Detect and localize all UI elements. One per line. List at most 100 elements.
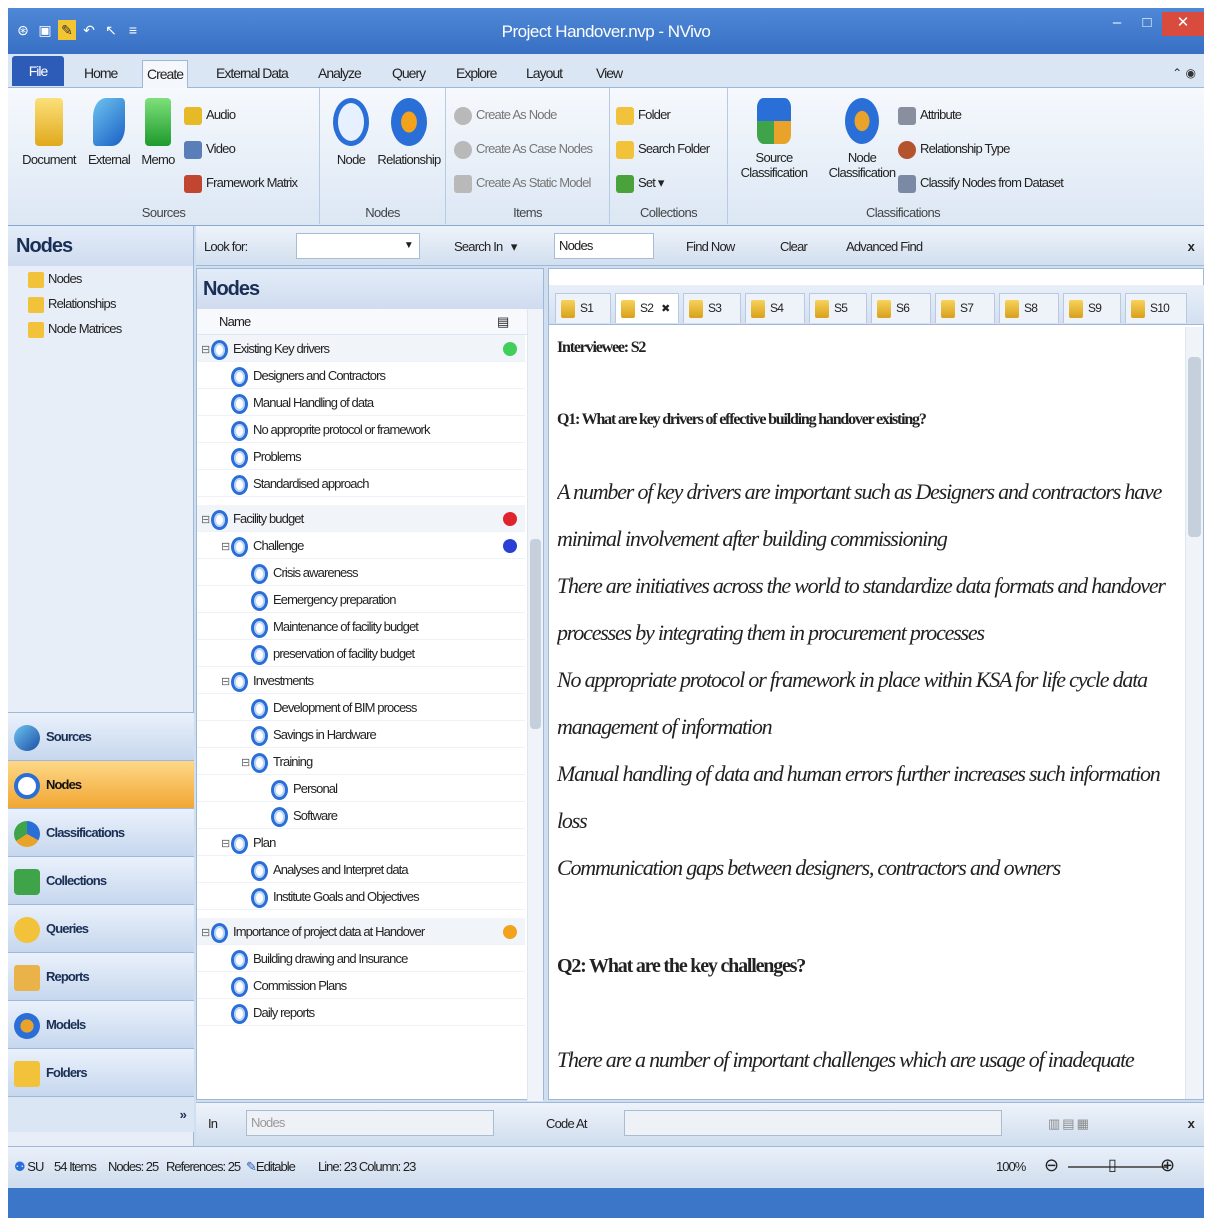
minimize-button[interactable]: – bbox=[1102, 12, 1132, 36]
expand-toggle[interactable]: ⊟ bbox=[201, 337, 211, 364]
node-row[interactable]: Manual Handling of data bbox=[197, 389, 525, 416]
node-row[interactable]: Building drawing and Insurance bbox=[197, 945, 525, 972]
node-row[interactable]: Maintenance of facility budget bbox=[197, 613, 525, 640]
node-row[interactable]: Designers and Contractors bbox=[197, 362, 525, 389]
document-button[interactable]: Document bbox=[14, 98, 84, 167]
nav-item-relationships[interactable]: Relationships bbox=[8, 291, 193, 316]
node-row[interactable]: ⊟ Importance of project data at Handover bbox=[197, 918, 525, 945]
node-button[interactable]: Node bbox=[326, 98, 376, 167]
tab-home[interactable]: Home bbox=[80, 60, 121, 88]
tab-external-data[interactable]: External Data bbox=[212, 60, 292, 88]
document-tab[interactable]: S2 ✖ bbox=[615, 293, 679, 323]
nav-button-folders[interactable]: Folders bbox=[8, 1048, 194, 1096]
node-row[interactable]: Analyses and Interpret data bbox=[197, 856, 525, 883]
column-header-name[interactable]: Name ▤ bbox=[197, 309, 543, 335]
external-button[interactable]: External bbox=[82, 98, 136, 167]
list-scroll-thumb[interactable] bbox=[530, 539, 541, 729]
framework-matrix-button[interactable]: Framework Matrix bbox=[184, 172, 298, 194]
set-button[interactable]: Set ▾ bbox=[616, 172, 664, 194]
tab-explore[interactable]: Explore bbox=[452, 60, 500, 88]
node-row[interactable]: Commission Plans bbox=[197, 972, 525, 999]
source-classification-button[interactable]: Source Classification bbox=[732, 98, 816, 180]
memo-button[interactable]: Memo bbox=[136, 98, 180, 167]
expand-toggle[interactable]: ⊟ bbox=[221, 534, 231, 561]
zoom-slider[interactable] bbox=[1068, 1166, 1168, 1168]
classify-nodes-button[interactable]: Classify Nodes from Dataset bbox=[898, 172, 1064, 194]
in-field[interactable]: Nodes bbox=[246, 1110, 494, 1136]
folder-button[interactable]: Folder bbox=[616, 104, 671, 126]
expand-toggle[interactable]: ⊟ bbox=[201, 507, 211, 534]
nav-button-queries[interactable]: Queries bbox=[8, 904, 194, 952]
node-row[interactable]: preservation of facility budget bbox=[197, 640, 525, 667]
close-find-bar-button[interactable]: x bbox=[1188, 239, 1195, 254]
expand-toggle[interactable]: ⊟ bbox=[201, 920, 211, 947]
node-row[interactable]: Institute Goals and Objectives bbox=[197, 883, 525, 910]
nav-item-node-matrices[interactable]: Node Matrices bbox=[8, 316, 193, 341]
zoom-in-button[interactable]: ⊕ bbox=[1160, 1155, 1175, 1176]
document-tab[interactable]: S10 bbox=[1125, 293, 1187, 323]
node-row[interactable]: Personal bbox=[197, 775, 525, 802]
node-row[interactable]: Eemergency preparation bbox=[197, 586, 525, 613]
node-row[interactable]: Savings in Hardware bbox=[197, 721, 525, 748]
list-scrollbar[interactable] bbox=[527, 309, 543, 1101]
document-content[interactable]: Interviewee: S2 Q1: What are key drivers… bbox=[557, 327, 1185, 1097]
node-row[interactable]: ⊟ Training bbox=[197, 748, 525, 775]
create-as-node-button[interactable]: Create As Node bbox=[454, 104, 557, 126]
zoom-slider-handle[interactable]: ▯ bbox=[1108, 1155, 1117, 1175]
node-row[interactable]: ⊟ Plan bbox=[197, 829, 525, 856]
video-button[interactable]: Video bbox=[184, 138, 236, 160]
nav-button-reports[interactable]: Reports bbox=[8, 952, 194, 1000]
clear-button[interactable]: Clear bbox=[780, 239, 808, 254]
tab-analyze[interactable]: Analyze bbox=[314, 60, 365, 88]
document-tab[interactable]: S7 bbox=[935, 293, 995, 323]
create-as-static-model-button[interactable]: Create As Static Model bbox=[454, 172, 591, 194]
nav-button-collections[interactable]: Collections bbox=[8, 856, 194, 904]
node-row[interactable]: ⊟ Investments bbox=[197, 667, 525, 694]
tab-layout[interactable]: Layout bbox=[522, 60, 566, 88]
relationship-type-button[interactable]: Relationship Type bbox=[898, 138, 1010, 160]
tab-create[interactable]: Create bbox=[142, 60, 189, 88]
search-folder-button[interactable]: Search Folder bbox=[616, 138, 710, 160]
nav-button-nodes[interactable]: Nodes bbox=[8, 760, 194, 808]
node-row[interactable]: Standardised approach bbox=[197, 470, 525, 497]
document-tab[interactable]: S8 bbox=[999, 293, 1059, 323]
node-row[interactable]: Daily reports bbox=[197, 999, 525, 1026]
document-tab[interactable]: S1 bbox=[555, 293, 611, 323]
expand-toggle[interactable]: ⊟ bbox=[221, 669, 231, 696]
nav-item-nodes[interactable]: Nodes bbox=[8, 266, 193, 291]
node-row[interactable]: Problems bbox=[197, 443, 525, 470]
coding-tools-icons[interactable]: ▥ ▤ ▦ bbox=[1048, 1116, 1089, 1132]
help-icon[interactable]: ⌃ ◉ bbox=[1172, 66, 1196, 80]
nav-button-sources[interactable]: Sources bbox=[8, 712, 194, 760]
attribute-button[interactable]: Attribute bbox=[898, 104, 962, 126]
expand-toggle[interactable]: ⊟ bbox=[241, 750, 251, 777]
document-tab[interactable]: S3 bbox=[683, 293, 741, 323]
document-tab[interactable]: S6 bbox=[871, 293, 931, 323]
expand-toggle[interactable]: ⊟ bbox=[221, 831, 231, 858]
node-row[interactable]: Crisis awareness bbox=[197, 559, 525, 586]
nav-configure-button[interactable]: » bbox=[8, 1096, 194, 1132]
node-row[interactable]: ⊟ Facility budget bbox=[197, 505, 525, 532]
relationship-button[interactable]: Relationship bbox=[376, 98, 442, 167]
node-row[interactable]: Software bbox=[197, 802, 525, 829]
audio-button[interactable]: Audio bbox=[184, 104, 236, 126]
document-tab[interactable]: S4 bbox=[745, 293, 805, 323]
close-button[interactable]: ✕ bbox=[1162, 12, 1204, 36]
node-row[interactable]: No approprite protocol or framework bbox=[197, 416, 525, 443]
search-in-field[interactable]: Nodes bbox=[554, 233, 654, 259]
advanced-find-button[interactable]: Advanced Find bbox=[846, 239, 923, 254]
node-row[interactable]: ⊟ Challenge bbox=[197, 532, 525, 559]
column-chooser-icon[interactable]: ▤ bbox=[497, 309, 509, 335]
document-tab[interactable]: S5 bbox=[809, 293, 867, 323]
nav-button-classifications[interactable]: Classifications bbox=[8, 808, 194, 856]
search-in-button[interactable]: Search In ▾ bbox=[454, 239, 517, 255]
zoom-out-button[interactable]: ⊖ bbox=[1044, 1155, 1059, 1176]
document-scroll-thumb[interactable] bbox=[1188, 357, 1201, 537]
look-for-input[interactable]: ▼ bbox=[296, 233, 420, 259]
find-now-button[interactable]: Find Now bbox=[686, 239, 735, 254]
document-scrollbar[interactable] bbox=[1185, 327, 1203, 1099]
node-row[interactable]: ⊟ Existing Key drivers bbox=[197, 335, 525, 362]
node-classification-button[interactable]: Node Classification bbox=[820, 98, 904, 180]
tab-view[interactable]: View bbox=[592, 60, 626, 88]
create-as-case-nodes-button[interactable]: Create As Case Nodes bbox=[454, 138, 593, 160]
